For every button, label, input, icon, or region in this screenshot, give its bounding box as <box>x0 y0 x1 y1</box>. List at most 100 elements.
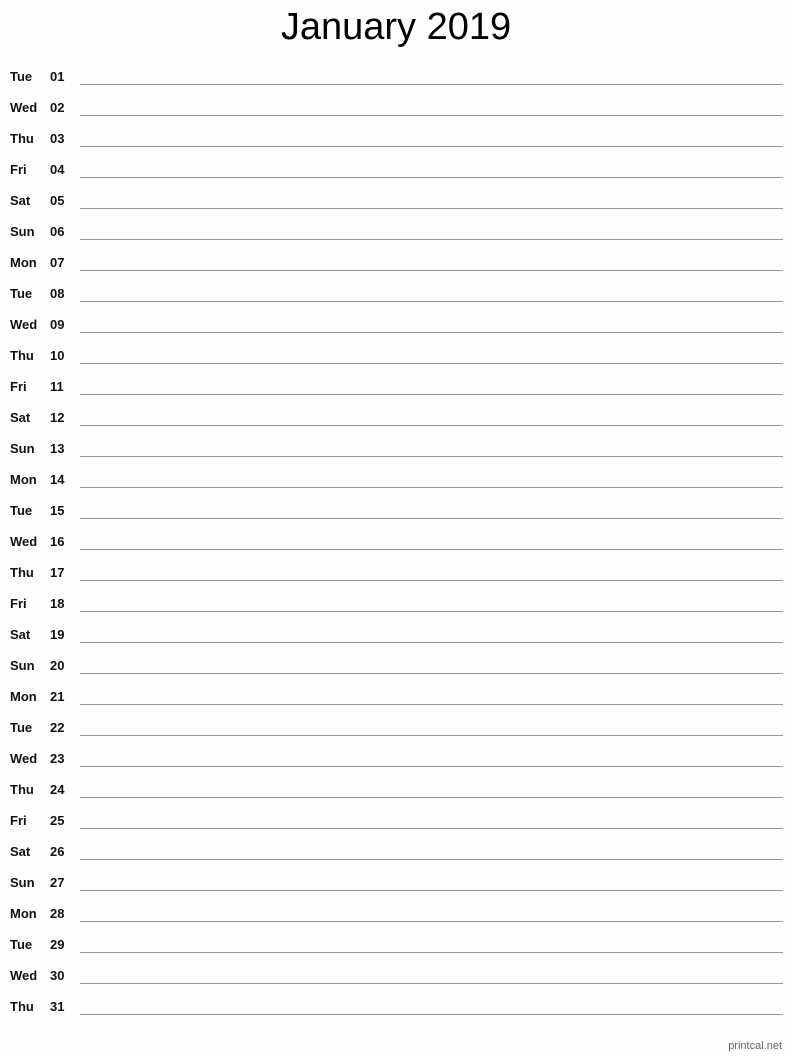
writing-line[interactable] <box>80 1014 783 1015</box>
day-row: Fri 18 <box>0 596 792 627</box>
writing-line[interactable] <box>80 673 783 674</box>
writing-line[interactable] <box>80 735 783 736</box>
writing-line[interactable] <box>80 208 783 209</box>
writing-line[interactable] <box>80 394 783 395</box>
day-number: 07 <box>50 255 65 270</box>
writing-line[interactable] <box>80 270 783 271</box>
day-row: Sun 06 <box>0 224 792 255</box>
day-of-week: Mon <box>10 689 37 704</box>
day-of-week: Fri <box>10 379 27 394</box>
day-of-week: Tue <box>10 503 33 518</box>
writing-line[interactable] <box>80 146 783 147</box>
day-of-week: Fri <box>10 162 27 177</box>
day-of-week: Thu <box>10 782 34 797</box>
day-number: 20 <box>50 658 65 673</box>
day-number: 08 <box>50 286 65 301</box>
day-row: Wed 16 <box>0 534 792 565</box>
day-row: Tue 15 <box>0 503 792 534</box>
day-row: Fri 04 <box>0 162 792 193</box>
day-row: Thu 03 <box>0 131 792 162</box>
day-of-week: Sat <box>10 627 31 642</box>
day-row: Wed 02 <box>0 100 792 131</box>
day-of-week: Tue <box>10 286 33 301</box>
writing-line[interactable] <box>80 611 783 612</box>
writing-line[interactable] <box>80 301 783 302</box>
writing-line[interactable] <box>80 456 783 457</box>
day-of-week: Sun <box>10 658 35 673</box>
day-of-week: Mon <box>10 906 37 921</box>
writing-line[interactable] <box>80 983 783 984</box>
day-row: Tue 01 <box>0 69 792 100</box>
day-row: Tue 29 <box>0 937 792 968</box>
writing-line[interactable] <box>80 363 783 364</box>
day-of-week: Thu <box>10 565 34 580</box>
day-row: Sun 20 <box>0 658 792 689</box>
day-of-week: Tue <box>10 937 33 952</box>
writing-line[interactable] <box>80 952 783 953</box>
day-number: 01 <box>50 69 65 84</box>
day-row: Sat 26 <box>0 844 792 875</box>
day-number: 03 <box>50 131 65 146</box>
day-number: 22 <box>50 720 65 735</box>
day-number: 28 <box>50 906 65 921</box>
day-number: 12 <box>50 410 65 425</box>
writing-line[interactable] <box>80 704 783 705</box>
day-of-week: Fri <box>10 596 27 611</box>
writing-line[interactable] <box>80 890 783 891</box>
writing-line[interactable] <box>80 797 783 798</box>
day-of-week: Wed <box>10 100 38 115</box>
writing-line[interactable] <box>80 425 783 426</box>
writing-line[interactable] <box>80 518 783 519</box>
day-row: Thu 10 <box>0 348 792 379</box>
day-number: 31 <box>50 999 65 1014</box>
day-number: 25 <box>50 813 65 828</box>
writing-line[interactable] <box>80 332 783 333</box>
day-number: 29 <box>50 937 65 952</box>
day-row: Fri 25 <box>0 813 792 844</box>
day-number: 13 <box>50 441 65 456</box>
day-of-week: Thu <box>10 131 34 146</box>
day-number: 24 <box>50 782 65 797</box>
day-of-week: Wed <box>10 317 38 332</box>
day-number: 27 <box>50 875 65 890</box>
writing-line[interactable] <box>80 177 783 178</box>
day-row: Sun 27 <box>0 875 792 906</box>
day-of-week: Sat <box>10 844 31 859</box>
day-row: Wed 09 <box>0 317 792 348</box>
day-of-week: Tue <box>10 69 33 84</box>
page-title: January 2019 <box>280 6 512 48</box>
day-number: 17 <box>50 565 65 580</box>
day-row: Wed 30 <box>0 968 792 999</box>
writing-line[interactable] <box>80 859 783 860</box>
day-row: Wed 23 <box>0 751 792 782</box>
footer-credit: printcal.net <box>728 1040 782 1052</box>
day-number: 23 <box>50 751 65 766</box>
day-row: Mon 07 <box>0 255 792 286</box>
day-of-week: Sat <box>10 193 31 208</box>
writing-line[interactable] <box>80 487 783 488</box>
writing-line[interactable] <box>80 580 783 581</box>
writing-line[interactable] <box>80 642 783 643</box>
writing-line[interactable] <box>80 766 783 767</box>
writing-line[interactable] <box>80 239 783 240</box>
writing-line[interactable] <box>80 921 783 922</box>
day-of-week: Thu <box>10 999 34 1014</box>
day-number: 18 <box>50 596 65 611</box>
day-number: 14 <box>50 472 65 487</box>
day-row: Sat 12 <box>0 410 792 441</box>
day-row: Tue 22 <box>0 720 792 751</box>
day-row: Mon 14 <box>0 472 792 503</box>
day-row: Thu 24 <box>0 782 792 813</box>
writing-line[interactable] <box>80 115 783 116</box>
day-number: 11 <box>50 379 64 394</box>
day-number: 21 <box>50 689 65 704</box>
day-number: 05 <box>50 193 65 208</box>
writing-line[interactable] <box>80 549 783 550</box>
writing-line[interactable] <box>80 828 783 829</box>
day-row: Sat 19 <box>0 627 792 658</box>
writing-line[interactable] <box>80 84 783 85</box>
day-row: Fri 11 <box>0 379 792 410</box>
day-row: Thu 31 <box>0 999 792 1030</box>
day-number: 16 <box>50 534 65 549</box>
day-number: 04 <box>50 162 65 177</box>
